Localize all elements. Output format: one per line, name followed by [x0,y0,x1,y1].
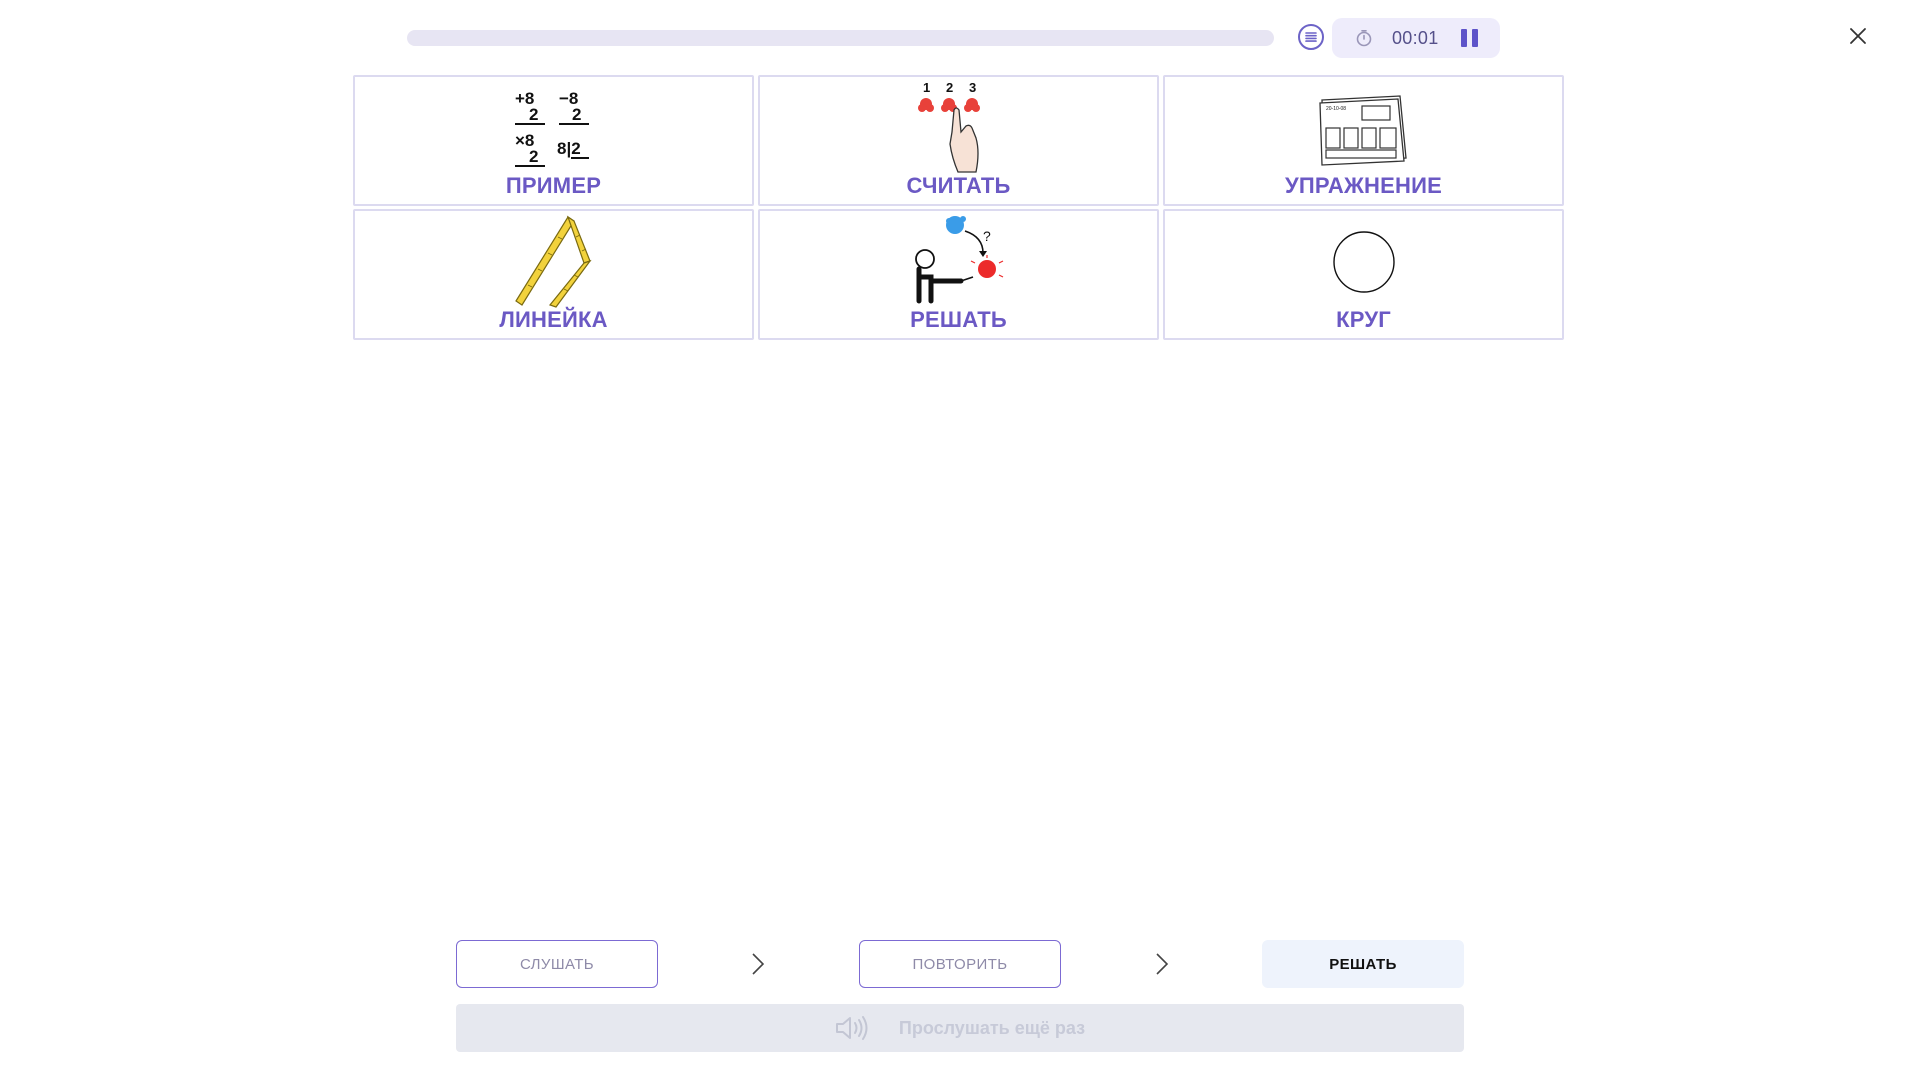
card-label: СЧИТАТЬ [906,173,1011,198]
card-schitat[interactable]: 1 2 3 СЧИТАТЬ [758,75,1159,206]
task-list-button[interactable] [1298,24,1324,50]
chevron-right-icon [752,953,765,975]
progress-bar [407,30,1274,46]
card-label: РЕШАТЬ [910,307,1007,332]
card-label: ЛИНЕЙКА [499,307,608,332]
pic-text: 2 [529,147,538,166]
pic-text: 2 [946,80,953,95]
listen-again-label: Прослушать ещё раз [898,1017,1086,1038]
card-lineyka[interactable]: ЛИНЕЙКА [353,209,754,340]
listen-again-button[interactable]: Прослушать ещё раз [456,1004,1464,1052]
exercise-sheet-pictogram: 20-10-08 [1314,80,1414,176]
card-uprazhnenie[interactable]: 20-10-08 УПРАЖНЕНИЕ [1163,75,1564,206]
card-krug[interactable]: КРУГ [1163,209,1564,340]
solve-step-button[interactable]: РЕШАТЬ [1262,940,1464,988]
card-label: УПРАЖНЕНИЕ [1285,173,1442,198]
pic-text: 20-10-08 [1326,106,1346,112]
card-primer[interactable]: +8 2 −8 2 ×8 2 8|2 ПРИМЕР [353,75,754,206]
chevron-right-icon [1156,953,1169,975]
pic-text: 2 [529,105,538,124]
stopwatch-icon [1354,28,1374,48]
pic-text: 8|2 [557,139,581,158]
close-icon[interactable] [1846,24,1870,48]
speaker-icon [835,1016,868,1040]
pic-text: ? [983,228,991,244]
pause-icon[interactable] [1460,29,1479,47]
repeat-step-button[interactable]: ПОВТОРИТЬ [859,940,1061,988]
word-cards-grid: +8 2 −8 2 ×8 2 8|2 ПРИМЕР 1 2 3 СЧИТАТЬ … [353,75,1564,340]
listen-step-button[interactable]: СЛУШАТЬ [456,940,658,988]
circle-pictogram [1314,214,1414,310]
solve-pictogram: ? [909,214,1009,310]
card-label: КРУГ [1336,307,1391,332]
math-example-pictogram: +8 2 −8 2 ×8 2 8|2 [504,80,604,176]
folding-ruler-pictogram [504,214,604,310]
counting-pictogram: 1 2 3 [909,80,1009,176]
timer-value: 00:01 [1392,27,1439,48]
pic-text: 1 [923,80,930,95]
pic-text: 3 [969,80,976,95]
pic-text: 2 [572,105,581,124]
card-label: ПРИМЕР [505,173,602,198]
list-icon [1305,32,1317,42]
card-reshat[interactable]: ? РЕШАТЬ [758,209,1159,340]
timer: 00:01 [1332,18,1500,58]
